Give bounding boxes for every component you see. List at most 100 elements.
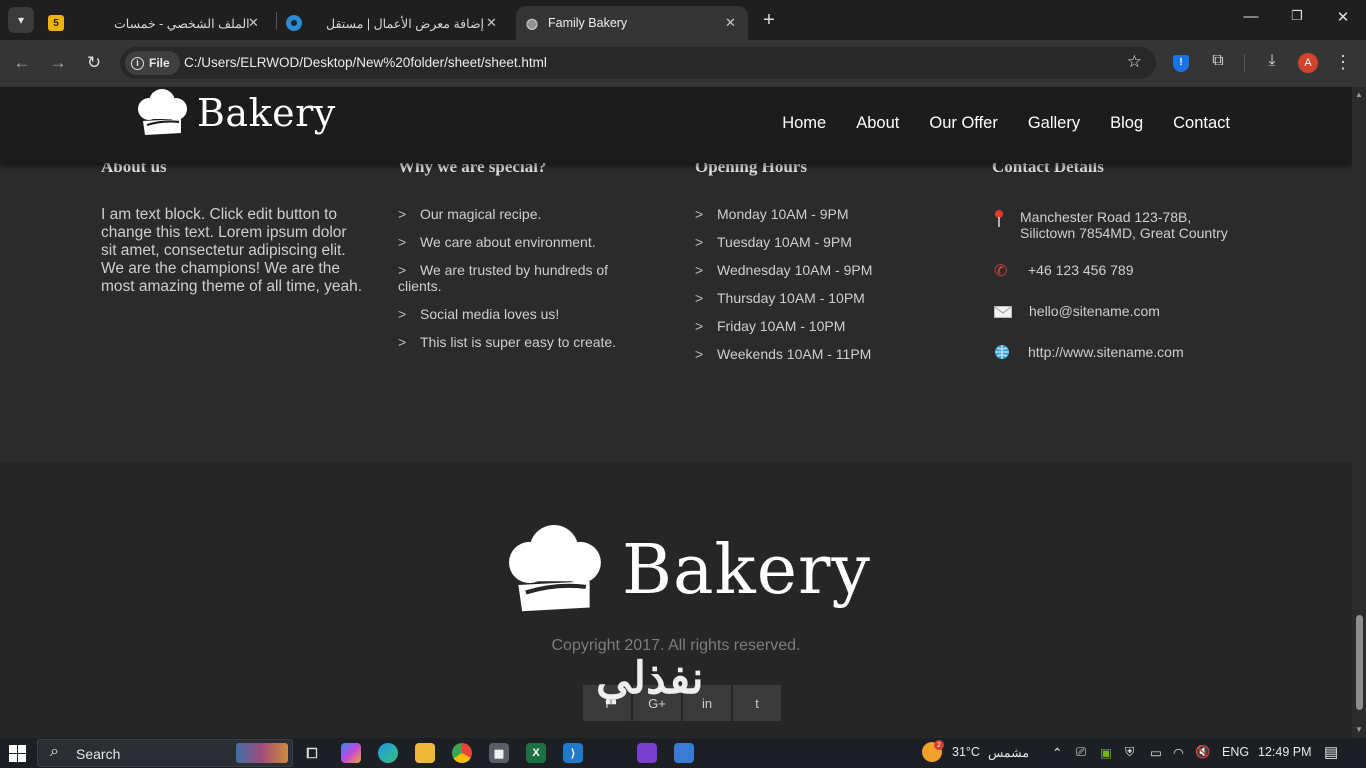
globe-icon: ◍ [525, 14, 539, 31]
tab-title: الملف الشخصي - خمسات [114, 16, 250, 31]
windows-start-icon[interactable] [9, 745, 26, 762]
nav-our-offer[interactable]: Our Offer [929, 114, 997, 133]
restore-icon[interactable]: ❐ [1282, 8, 1312, 24]
close-icon[interactable]: ✕ [248, 15, 259, 31]
meet-camera-icon[interactable]: ⎚ [1076, 745, 1086, 760]
tab-mostaql[interactable]: إضافة معرض الأعمال | مستقل ✕ [280, 6, 512, 40]
hours-list: > Monday 10AM - 9PM > Tuesday 10AM - 9PM >… [695, 206, 925, 362]
close-icon[interactable]: ✕ [725, 15, 736, 31]
chevron-right-icon: > [695, 234, 704, 250]
list-item: > Friday 10AM - 10PM [695, 318, 846, 334]
language-indicator[interactable]: ENG [1222, 745, 1249, 759]
scroll-up-arrow-icon[interactable]: ▲ [1355, 90, 1363, 99]
contact-column: Contact Details Manchester Road 123-78B,… [992, 157, 1252, 463]
edge-icon[interactable] [378, 743, 398, 763]
task-view-icon[interactable]: ⧠ [302, 743, 322, 763]
footer-logo[interactable]: Bakery [500, 525, 871, 615]
close-icon[interactable]: ✕ [486, 15, 497, 31]
globe-icon [994, 344, 1010, 365]
phone-icon: ✆ [994, 263, 1008, 280]
address-bar[interactable]: i File C:/Users/ELRWOD/Desktop/New%20fol… [120, 47, 1156, 79]
nav-contact[interactable]: Contact [1173, 114, 1230, 133]
bookmark-star-icon[interactable]: ☆ [1127, 52, 1142, 72]
copilot-icon[interactable] [341, 743, 361, 763]
battery-icon[interactable]: ▭ [1150, 745, 1162, 760]
browser-tab-bar: ▾ 5 الملف الشخصي - خمسات ✕ إضافة معرض ال… [0, 0, 1366, 40]
chevron-right-icon: > [695, 262, 704, 278]
scroll-down-arrow-icon[interactable]: ▼ [1355, 725, 1363, 734]
excel-icon[interactable]: X [526, 743, 546, 763]
close-window-icon[interactable]: ✕ [1328, 8, 1358, 26]
logo-text: Bakery [197, 91, 336, 135]
app-blue-icon[interactable] [674, 743, 694, 763]
profile-avatar[interactable]: A [1298, 53, 1318, 73]
forward-arrow-icon[interactable]: → [47, 52, 69, 74]
nav-blog[interactable]: Blog [1110, 114, 1143, 133]
footer-logo-text: Bakery [622, 530, 871, 610]
chevron-right-icon: > [695, 206, 704, 222]
info-icon: i [131, 56, 144, 70]
page-scrollbar[interactable]: ▲ ▼ [1352, 87, 1366, 738]
temperature[interactable]: 31°C [952, 745, 980, 759]
minimize-icon[interactable]: — [1236, 8, 1266, 25]
site-info-chip[interactable]: i File [125, 51, 180, 75]
list-item: > Tuesday 10AM - 9PM [695, 234, 852, 250]
chevron-right-icon: > [398, 306, 407, 322]
chip-label: File [149, 56, 170, 70]
twitter-icon[interactable]: t [733, 685, 781, 721]
page-viewport: Bakery Home About Our Offer Gallery Blog… [0, 87, 1352, 738]
search-highlight-image [236, 743, 288, 763]
watermark-logo: نفذلي [596, 654, 704, 703]
nav-gallery[interactable]: Gallery [1028, 114, 1080, 133]
tab-search-icon[interactable]: ▾ [8, 7, 34, 33]
contact-email[interactable]: hello@sitename.com [1029, 303, 1160, 319]
chevron-up-icon[interactable]: ⌃ [1052, 745, 1062, 760]
back-arrow-icon[interactable]: ← [11, 52, 33, 74]
contact-address: Manchester Road 123-78B, Silictown 7854M… [1020, 209, 1228, 241]
weather-condition[interactable]: مشمس [988, 745, 1029, 760]
chevron-right-icon: > [695, 346, 704, 362]
site-logo[interactable]: Bakery [135, 89, 336, 137]
file-explorer-icon[interactable] [415, 743, 435, 763]
tab-khamsat[interactable]: 5 الملف الشخصي - خمسات ✕ [42, 6, 272, 40]
weather-badge: 2 [934, 740, 944, 750]
extension-shield-icon[interactable]: ! [1173, 55, 1189, 72]
site-header: Bakery Home About Our Offer Gallery Blog… [0, 87, 1352, 163]
tab-separator [276, 12, 277, 30]
chevron-right-icon: > [398, 206, 407, 222]
tab-title: إضافة معرض الأعمال | مستقل [326, 16, 485, 31]
nav-home[interactable]: Home [782, 114, 826, 133]
map-pin-icon [994, 209, 1004, 232]
wifi-icon[interactable]: ◠ [1173, 745, 1184, 760]
contact-website[interactable]: http://www.sitename.com [1028, 344, 1184, 360]
new-tab-button[interactable]: + [758, 9, 780, 31]
khamsat-favicon-icon: 5 [48, 15, 64, 31]
url-text[interactable]: C:/Users/ELRWOD/Desktop/New%20folder/she… [184, 55, 547, 70]
taskbar-search[interactable]: ⌕ Search [37, 739, 293, 767]
list-item: > We are trusted by hundreds of clients. [398, 262, 609, 294]
tab-family-bakery[interactable]: ◍ Family Bakery ✕ [516, 6, 748, 40]
contact-phone: +46 123 456 789 [1028, 262, 1134, 278]
vscode-icon[interactable]: ⟩ [563, 743, 583, 763]
tab-title: Family Bakery [548, 16, 628, 30]
download-icon[interactable]: ⤓ [1261, 52, 1283, 70]
hours-column: Opening Hours > Monday 10AM - 9PM > Tuesda… [695, 157, 925, 374]
volume-muted-icon[interactable]: 🔇 [1195, 745, 1211, 760]
about-text: I am text block. Click edit button to ch… [101, 206, 363, 295]
menu-kebab-icon[interactable]: ⋮ [1332, 52, 1354, 73]
scroll-thumb[interactable] [1356, 615, 1363, 710]
list-item: > Wednesday 10AM - 9PM [695, 262, 873, 278]
list-item: > Thursday 10AM - 10PM [695, 290, 865, 306]
chevron-right-icon: > [695, 290, 704, 306]
clock[interactable]: 12:49 PM [1258, 745, 1312, 759]
chrome-icon[interactable] [452, 743, 472, 763]
calculator-icon[interactable]: ▦ [489, 743, 509, 763]
app-purple-icon[interactable] [637, 743, 657, 763]
extensions-puzzle-icon[interactable]: ⧉ [1207, 52, 1229, 70]
nvidia-icon[interactable]: ▣ [1100, 745, 1112, 760]
nav-about[interactable]: About [856, 114, 899, 133]
security-shield-icon[interactable]: ⛨ [1125, 745, 1134, 760]
windows-taskbar: ⌕ Search ⧠ ▦ X ⟩ 2 31°C مشمس ⌃ ⎚ ▣ ⛨ ▭ ◠… [0, 738, 1366, 768]
reload-icon[interactable]: ↻ [83, 52, 105, 74]
notifications-icon[interactable]: ▤ [1324, 743, 1338, 761]
